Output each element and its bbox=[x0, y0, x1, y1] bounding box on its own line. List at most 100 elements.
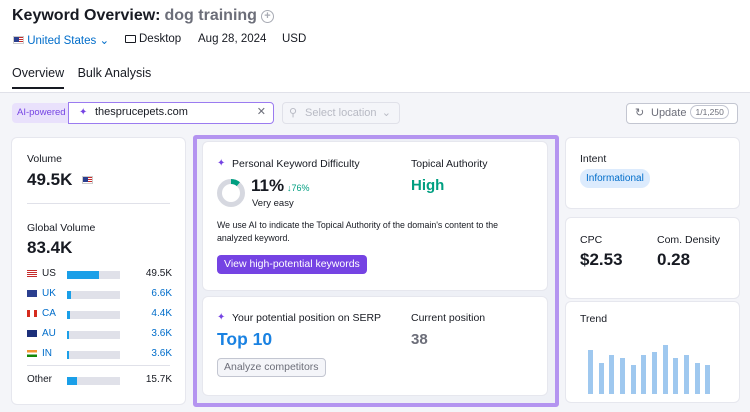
trend-chart bbox=[588, 342, 716, 394]
uk-flag-icon bbox=[27, 290, 37, 297]
country-row-au[interactable]: AU 3.6K bbox=[27, 328, 172, 341]
cpc-value: $2.53 bbox=[580, 250, 623, 269]
country-code: UK bbox=[42, 288, 56, 299]
divider bbox=[27, 365, 170, 366]
country-share-bar bbox=[67, 351, 120, 359]
difficulty-change-value: 76% bbox=[291, 183, 310, 193]
tab-divider bbox=[0, 92, 750, 93]
ai-powered-badge: AI-powered bbox=[12, 103, 71, 123]
authority-description: We use AI to indicate the Topical Author… bbox=[217, 220, 499, 243]
trend-bar bbox=[705, 365, 710, 394]
country-code: US bbox=[42, 268, 56, 279]
trend-bar bbox=[588, 350, 593, 394]
competitive-density-value: 0.28 bbox=[657, 250, 691, 269]
update-label: Update bbox=[651, 107, 687, 119]
cpc-label: CPC bbox=[580, 234, 603, 246]
location-placeholder: Select location bbox=[305, 107, 377, 119]
country-share-bar bbox=[67, 311, 120, 319]
country-share-bar bbox=[67, 331, 120, 339]
database-select[interactable]: United States ⌄ bbox=[13, 33, 109, 47]
currency-select[interactable]: USD bbox=[282, 33, 306, 45]
tab-bar: Overview Bulk Analysis bbox=[12, 66, 161, 89]
sparkle-icon: ✦ bbox=[217, 312, 226, 323]
us-flag-icon bbox=[82, 176, 93, 184]
country-row-uk[interactable]: UK 6.6K bbox=[27, 288, 172, 301]
intent-label: Intent bbox=[580, 153, 607, 165]
country-share-bar bbox=[67, 291, 120, 299]
country-row-in[interactable]: IN 3.6K bbox=[27, 348, 172, 361]
country-code: IN bbox=[42, 348, 52, 359]
date-select[interactable]: Aug 28, 2024 bbox=[198, 33, 266, 45]
analyze-competitors-button[interactable]: Analyze competitors bbox=[217, 358, 326, 377]
trend-bar bbox=[663, 345, 668, 394]
country-row-other: Other 15.7K bbox=[27, 374, 172, 387]
intent-card: Intent Informational bbox=[566, 138, 739, 208]
refresh-icon: ↻ bbox=[635, 107, 645, 119]
title-keyword: dog training bbox=[164, 7, 257, 24]
country-volume: 4.4K bbox=[151, 308, 172, 319]
add-keyword-icon[interactable]: + bbox=[260, 10, 274, 23]
topical-authority-label: Topical Authority bbox=[411, 158, 488, 170]
us-flag-icon bbox=[27, 270, 37, 277]
country-row-us[interactable]: US 49.5K bbox=[27, 268, 172, 281]
global-volume-label: Global Volume bbox=[27, 222, 96, 234]
trend-bar bbox=[609, 355, 614, 394]
difficulty-level: Very easy bbox=[252, 198, 294, 209]
trend-card: Trend bbox=[566, 302, 739, 402]
serp-position-label: Your potential position on SERP bbox=[232, 312, 382, 324]
desktop-icon bbox=[125, 35, 136, 43]
cpc-card: CPC $2.53 Com. Density 0.28 bbox=[566, 218, 739, 298]
volume-label: Volume bbox=[27, 153, 63, 165]
tab-bulk-analysis[interactable]: Bulk Analysis bbox=[78, 66, 152, 80]
trend-bar bbox=[673, 358, 678, 394]
serp-position-value: Top 10 bbox=[217, 329, 273, 349]
difficulty-value: 11% bbox=[251, 176, 285, 195]
domain-input[interactable]: ✦ thesprucepets.com ✕ bbox=[68, 102, 274, 124]
other-label: Other bbox=[27, 374, 53, 385]
difficulty-change: ↓76% bbox=[287, 183, 310, 193]
current-position-value: 38 bbox=[411, 331, 428, 348]
country-row-ca[interactable]: CA 4.4K bbox=[27, 308, 172, 321]
location-select[interactable]: ⚲ Select location ⌄ bbox=[282, 102, 400, 124]
trend-label: Trend bbox=[580, 313, 608, 325]
difficulty-gauge bbox=[217, 179, 245, 207]
database-label: United States bbox=[27, 35, 97, 47]
location-pin-icon: ⚲ bbox=[289, 107, 298, 119]
chevron-down-icon: ⌄ bbox=[381, 107, 391, 119]
chevron-down-icon: ⌄ bbox=[99, 35, 110, 47]
serp-card: ✦ Your potential position on SERP Top 10… bbox=[203, 297, 547, 395]
other-share-bar bbox=[67, 377, 120, 385]
country-volume: 6.6K bbox=[151, 288, 172, 299]
device-label: Desktop bbox=[139, 33, 182, 45]
clear-icon[interactable]: ✕ bbox=[257, 103, 266, 122]
trend-bar bbox=[631, 365, 636, 394]
country-code: CA bbox=[42, 308, 56, 319]
sparkle-icon: ✦ bbox=[79, 107, 88, 118]
au-flag-icon bbox=[27, 330, 37, 337]
divider bbox=[27, 203, 170, 204]
global-volume-value: 83.4K bbox=[27, 238, 73, 257]
tab-overview[interactable]: Overview bbox=[12, 66, 65, 89]
us-flag-icon bbox=[13, 36, 24, 44]
trend-bar bbox=[599, 363, 604, 394]
difficulty-label: Personal Keyword Difficulty bbox=[232, 158, 360, 170]
country-volume: 3.6K bbox=[151, 348, 172, 359]
trend-bar bbox=[695, 363, 700, 394]
device-select[interactable]: Desktop bbox=[125, 33, 181, 45]
view-high-potential-keywords-button[interactable]: View high-potential keywords bbox=[217, 255, 367, 274]
country-share-bar bbox=[67, 271, 120, 279]
topical-authority-value: High bbox=[411, 177, 445, 194]
trend-bar bbox=[620, 358, 625, 394]
ca-flag-icon bbox=[27, 310, 37, 317]
update-button[interactable]: ↻ Update 1/1,250 bbox=[626, 103, 738, 124]
volume-value: 49.5K bbox=[27, 170, 73, 189]
page-title: Keyword Overview: dog training + bbox=[12, 7, 274, 25]
competitive-density-label: Com. Density bbox=[657, 234, 721, 246]
current-position-label: Current position bbox=[411, 312, 486, 324]
other-volume: 15.7K bbox=[145, 374, 172, 385]
trend-bar bbox=[641, 355, 646, 394]
in-flag-icon bbox=[27, 350, 37, 357]
intent-badge: Informational bbox=[580, 169, 650, 188]
trend-bar bbox=[652, 352, 657, 394]
sparkle-icon: ✦ bbox=[217, 158, 226, 169]
